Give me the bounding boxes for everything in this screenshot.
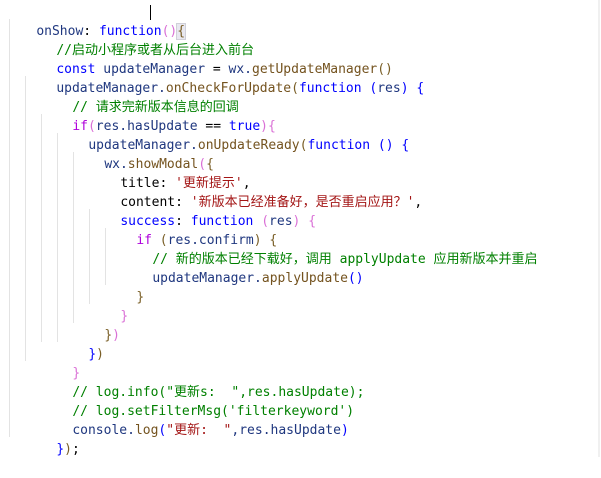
code-line-19[interactable]: } (41, 345, 80, 381)
punctuation: , (414, 195, 423, 210)
code-line-4[interactable]: updateManager.onCheckForUpdate(function … (25, 60, 424, 96)
code-line-3[interactable]: const updateManager = wx.getUpdateManage… (25, 41, 393, 77)
parameter: res (377, 81, 401, 96)
code-line-11[interactable]: success: function (res) { (89, 193, 316, 229)
keyword: function (298, 81, 362, 96)
code-line-7[interactable]: updateManager.onUpdateReady(function () … (57, 117, 409, 153)
bracket: ) (340, 423, 349, 438)
code-line-21[interactable]: // log.setFilterMsg('filterkeyword') (41, 383, 354, 419)
code-line-8[interactable]: wx.showModal({ (73, 136, 214, 172)
indent-guide (9, 19, 10, 437)
code-line-9[interactable]: title: '更新提示', (89, 155, 250, 191)
bracket: } (56, 442, 65, 457)
bracket: () (347, 271, 364, 286)
bracket: ) (400, 81, 409, 96)
code-line-1[interactable]: onShow: function(){ (5, 3, 187, 40)
text-cursor (150, 5, 151, 20)
code-line-13[interactable]: // 新的版本已经下载好，调用 applyUpdate 应用新版本并重启 (121, 231, 537, 267)
code-line-2[interactable]: //启动小程序或者从后台进入前台 (25, 22, 254, 58)
method-name: applyUpdate (261, 271, 348, 286)
code-line-16[interactable]: } (89, 288, 128, 324)
scrollbar-track[interactable] (598, 0, 600, 457)
code-editor[interactable]: onShow: function(){ //启动小程序或者从后台进入前台 con… (0, 0, 601, 457)
identifier: console. (72, 423, 135, 438)
code-line-18[interactable]: }) (57, 326, 104, 362)
code-line-23[interactable]: }); (25, 421, 79, 457)
expression: ,res.hasUpdate (231, 423, 341, 438)
code-line-15[interactable]: } (105, 269, 144, 305)
code-line-17[interactable]: }) (73, 307, 120, 343)
bracket: } (88, 347, 97, 362)
bracket: ) (64, 442, 72, 457)
identifier: updateManager. (152, 271, 262, 286)
code-line-20[interactable]: // log.info("更新s: ",res.hasUpdate); (41, 364, 364, 400)
method-name: log (134, 423, 159, 438)
bracket: ) (96, 347, 104, 362)
code-line-5[interactable]: // 请求完新版本信息的回调 (41, 79, 238, 115)
code-line-12[interactable]: if (res.confirm) { (105, 212, 277, 248)
code-line-10[interactable]: content: '新版本已经准备好，是否重启应用？', (89, 174, 422, 210)
bracket: { (401, 138, 410, 153)
bracket: ) (112, 328, 120, 343)
code-line-14[interactable]: updateManager.applyUpdate() (121, 250, 363, 286)
punctuation: ; (71, 442, 80, 457)
code-line-22[interactable]: console.log("更新: ",res.hasUpdate) (41, 402, 348, 438)
keyword: function (307, 138, 371, 153)
string: "更新: " (166, 423, 232, 438)
bracket: } (120, 309, 129, 324)
bracket: () (377, 138, 394, 153)
bracket: } (136, 290, 145, 305)
bracket: { (416, 81, 425, 96)
bracket: { (308, 214, 317, 229)
bracket: } (104, 328, 113, 343)
indent-guide (25, 76, 26, 361)
code-line-6[interactable]: if(res.hasUpdate == true){ (41, 98, 276, 134)
bracket: ( (291, 81, 299, 96)
